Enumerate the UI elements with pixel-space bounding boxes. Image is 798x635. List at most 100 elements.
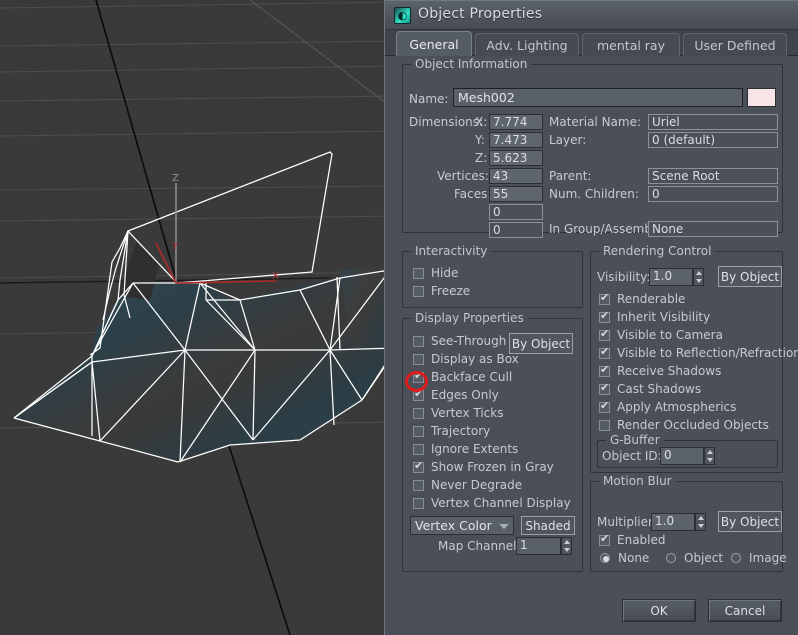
chevron-down-icon xyxy=(499,524,509,529)
object-color-swatch[interactable] xyxy=(747,88,776,107)
rendering-control-title: Rendering Control xyxy=(599,244,716,258)
label-freeze: Freeze xyxy=(431,284,471,298)
label-none: None xyxy=(618,551,650,565)
general-panel: Object Information Name: Mesh002 Dimensi… xyxy=(385,56,798,635)
multiplier-label: Multiplier: xyxy=(597,515,657,529)
multiplier-value[interactable]: 1.0 xyxy=(651,513,695,531)
object-id-value[interactable]: 0 xyxy=(660,447,704,465)
label-vertex-ticks: Vertex Ticks xyxy=(431,406,504,420)
multiplier-spinner[interactable] xyxy=(695,513,706,531)
checkbox-receive-shadows[interactable] xyxy=(599,364,610,377)
tab-general[interactable]: General xyxy=(396,31,472,56)
parent-value: Scene Root xyxy=(648,168,778,184)
checkbox-render-occluded-objects[interactable] xyxy=(599,420,610,431)
g-buffer-title: G-Buffer xyxy=(606,433,664,447)
layer-value: 0 (default) xyxy=(648,132,778,148)
rendering-by-object-button[interactable]: By Object xyxy=(718,266,782,287)
checkbox-never-degrade[interactable] xyxy=(413,480,424,491)
axis-y-label: Y xyxy=(171,241,179,252)
in-group-value: None xyxy=(648,221,778,237)
object-properties-dialog: ◐ Object Properties ? X General Adv. Lig… xyxy=(384,0,798,635)
spinner-down-icon[interactable] xyxy=(696,522,705,530)
faces-label: Faces: xyxy=(454,187,492,201)
checkbox-visible-to-reflection-refraction[interactable] xyxy=(599,346,610,359)
display-properties-group: Display Properties By Object See-Through… xyxy=(402,311,583,572)
extra-value-1: 0 xyxy=(489,204,543,220)
shaded-button[interactable]: Shaded xyxy=(521,516,575,535)
dialog-titlebar[interactable]: ◐ Object Properties xyxy=(385,1,798,30)
spinner-up-icon[interactable] xyxy=(562,538,571,546)
map-channel-spinner[interactable] xyxy=(561,537,572,555)
checkbox-freeze[interactable] xyxy=(413,286,424,297)
label-receive-shadows: Receive Shadows xyxy=(617,364,722,378)
radio-none[interactable] xyxy=(600,553,610,563)
name-label: Name: xyxy=(409,92,449,106)
spinner-up-icon[interactable] xyxy=(694,269,703,277)
checkbox-backface-cull[interactable] xyxy=(413,370,424,383)
tab-strip: General Adv. Lighting mental ray User De… xyxy=(385,30,798,56)
label-visible-to-camera: Visible to Camera xyxy=(617,328,723,342)
spinner-down-icon[interactable] xyxy=(562,546,571,554)
motion-blur-title: Motion Blur xyxy=(599,474,676,488)
interactivity-group: Interactivity Hide Freeze xyxy=(402,244,583,308)
spinner-up-icon[interactable] xyxy=(705,448,714,456)
visibility-spinner[interactable] xyxy=(693,268,704,286)
checkbox-show-frozen-in-gray[interactable] xyxy=(413,460,424,473)
map-channel-value[interactable]: 1 xyxy=(516,537,561,555)
object-id-spinner[interactable] xyxy=(704,447,715,465)
checkbox-motion-blur-enabled[interactable] xyxy=(599,533,610,546)
dimension-y-label: Y: xyxy=(475,133,485,147)
dialog-title: Object Properties xyxy=(418,6,543,22)
vertex-channel-dropdown[interactable]: Vertex Color xyxy=(410,516,514,535)
name-input[interactable]: Mesh002 xyxy=(453,88,743,107)
checkbox-visible-to-camera[interactable] xyxy=(599,328,610,341)
checkbox-vertex-channel-display[interactable] xyxy=(413,498,424,509)
spinner-down-icon[interactable] xyxy=(705,456,714,464)
checkbox-renderable[interactable] xyxy=(599,292,610,305)
checkbox-apply-atmospherics[interactable] xyxy=(599,400,610,413)
label-hide: Hide xyxy=(431,266,459,280)
spinner-down-icon[interactable] xyxy=(694,277,703,285)
display-by-object-button[interactable]: By Object xyxy=(509,333,573,354)
tab-user-defined[interactable]: User Defined xyxy=(683,33,787,56)
label-never-degrade: Never Degrade xyxy=(431,478,523,492)
checkbox-hide[interactable] xyxy=(413,268,424,279)
label-trajectory: Trajectory xyxy=(431,424,491,438)
g-buffer-group: G-Buffer Object ID: 0 xyxy=(597,433,778,468)
checkbox-display-as-box[interactable] xyxy=(413,354,424,365)
visibility-label: Visibility: xyxy=(597,270,651,284)
checkbox-vertex-ticks[interactable] xyxy=(413,408,424,419)
extra-value-2: 0 xyxy=(489,222,543,238)
dimension-x-value: 7.774 xyxy=(489,114,543,130)
label-apply-atmospherics: Apply Atmospherics xyxy=(617,400,737,414)
visibility-value[interactable]: 1.0 xyxy=(649,268,693,286)
tab-adv-lighting[interactable]: Adv. Lighting xyxy=(475,33,579,56)
checkbox-cast-shadows[interactable] xyxy=(599,382,610,395)
radio-object[interactable] xyxy=(666,553,676,563)
radio-image[interactable] xyxy=(731,553,741,563)
label-inherit-visibility: Inherit Visibility xyxy=(617,310,711,324)
dimension-z-label: Z: xyxy=(475,151,488,165)
checkbox-edges-only[interactable] xyxy=(413,388,424,401)
app-icon: ◐ xyxy=(394,7,411,24)
material-name-label: Material Name: xyxy=(549,115,642,129)
num-children-value: 0 xyxy=(648,186,778,202)
label-cast-shadows: Cast Shadows xyxy=(617,382,702,396)
ok-button[interactable]: OK xyxy=(622,599,696,622)
label-renderable: Renderable xyxy=(617,292,686,306)
label-backface-cull: Backface Cull xyxy=(431,370,513,384)
checkbox-trajectory[interactable] xyxy=(413,426,424,437)
cancel-button[interactable]: Cancel xyxy=(708,599,782,622)
label-render-occluded-objects: Render Occluded Objects xyxy=(617,418,769,432)
parent-label: Parent: xyxy=(549,169,592,183)
checkbox-inherit-visibility[interactable] xyxy=(599,310,610,323)
label-edges-only: Edges Only xyxy=(431,388,499,402)
label-vertex-channel-display: Vertex Channel Display xyxy=(431,496,571,510)
checkbox-ignore-extents[interactable] xyxy=(413,444,424,455)
viewport-3d[interactable]: Z X Y xyxy=(0,0,398,635)
tab-mental-ray[interactable]: mental ray xyxy=(582,33,680,56)
spinner-up-icon[interactable] xyxy=(696,514,705,522)
label-image: Image xyxy=(749,551,787,565)
motion-blur-by-object-button[interactable]: By Object xyxy=(718,511,782,532)
checkbox-see-through[interactable] xyxy=(413,336,424,347)
